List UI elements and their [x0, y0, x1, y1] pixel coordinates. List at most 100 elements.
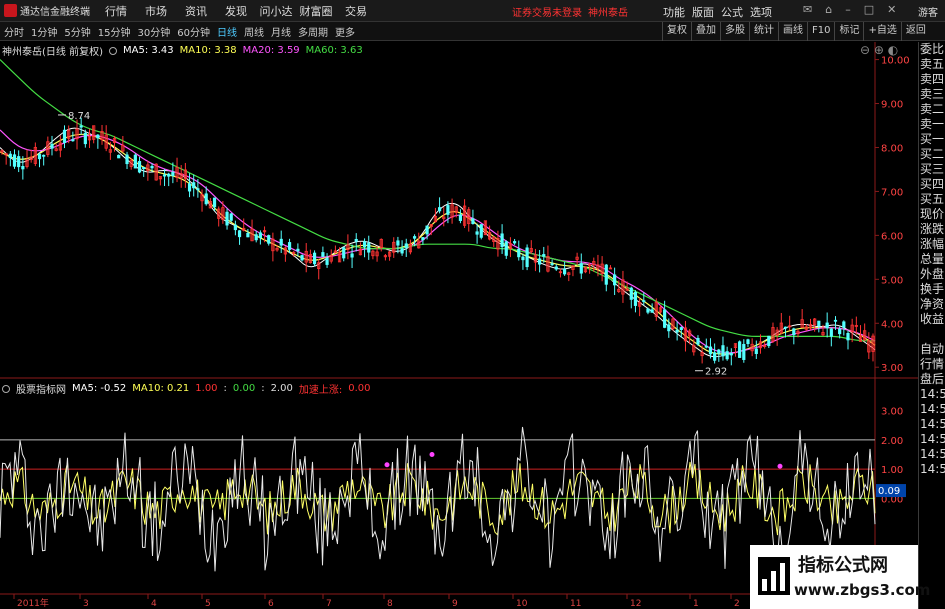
kline-chart[interactable]: 10.009.008.007.006.005.004.003.003.002.0… [0, 0, 918, 609]
candle-body [287, 242, 292, 250]
side-panel-item[interactable]: 行情 [919, 357, 945, 372]
side-panel-item[interactable]: 14:50 [919, 402, 945, 417]
lock-toggle-icon[interactable]: ◐ [888, 43, 898, 57]
side-panel-item[interactable]: 14:50 [919, 387, 945, 402]
candle-body [237, 230, 242, 238]
side-panel-item[interactable]: 卖三 [919, 87, 945, 102]
candle-body [479, 224, 483, 238]
side-panel-item[interactable] [919, 327, 945, 342]
candle-body [604, 264, 608, 285]
ma60-value: MA60: 3.63 [305, 45, 363, 56]
separator: : [261, 383, 265, 394]
side-panel-item[interactable]: 买五 [919, 192, 945, 207]
candle-body [696, 337, 700, 345]
price-tick-label: 8.00 [881, 143, 903, 154]
candle-body [367, 242, 371, 253]
candle-body [192, 182, 196, 189]
ind-ma5-value: MA5: -0.52 [72, 383, 127, 394]
side-panel-item[interactable]: 收益 [919, 312, 945, 327]
candle-body [342, 247, 346, 259]
candle-body [738, 341, 742, 358]
candle-body [783, 326, 788, 329]
candle-body [838, 328, 842, 335]
side-panel-item[interactable]: 外盘 [919, 267, 945, 282]
candle-body [425, 225, 429, 235]
side-panel-item[interactable]: 卖五 [919, 57, 945, 72]
candle-body [246, 232, 250, 238]
candle-body [296, 248, 300, 252]
candle-body [196, 188, 200, 191]
candle-body [125, 154, 129, 165]
x-tick-label: 5 [205, 599, 211, 609]
indicator-tick-label: 3.00 [881, 407, 903, 418]
candle-body [650, 309, 654, 313]
side-panel-item[interactable]: 买三 [919, 162, 945, 177]
separator: : [223, 383, 227, 394]
side-panel-item[interactable]: 14:50 [919, 432, 945, 447]
candle-body [258, 232, 262, 239]
price-tick-label: 10.00 [881, 56, 910, 67]
x-tick-label: 8 [387, 599, 393, 609]
gear-icon[interactable] [108, 46, 117, 55]
x-tick-label: 12 [630, 599, 641, 609]
side-panel-item[interactable]: 14:50 [919, 447, 945, 462]
side-panel-item[interactable]: 14:50 [919, 462, 945, 477]
side-panel-item[interactable]: 换手 [919, 282, 945, 297]
candle-body [563, 268, 567, 275]
side-panel-item[interactable]: 自动 [919, 342, 945, 357]
candle-body [412, 236, 417, 239]
candle-body [79, 125, 83, 128]
side-panel-item[interactable]: 14:50 [919, 417, 945, 432]
high-annotation: 8.74 [68, 111, 90, 122]
candle-body [554, 266, 558, 270]
x-tick-label: 10 [516, 599, 528, 609]
candle-body [279, 238, 283, 246]
candle-body [312, 252, 317, 265]
candle-body [325, 258, 329, 265]
candle-body [525, 247, 529, 268]
candle-body [225, 211, 229, 226]
ma20-value: MA20: 3.59 [242, 45, 300, 56]
candle-body [362, 241, 367, 248]
side-panel-item[interactable]: 卖二 [919, 102, 945, 117]
side-panel-item[interactable]: 卖四 [919, 72, 945, 87]
side-panel-item[interactable]: 盘后 [919, 372, 945, 387]
candle-body [746, 339, 750, 344]
candle-body [517, 248, 521, 258]
guest-label[interactable]: 游客 [918, 4, 938, 19]
side-panel-item[interactable]: 委比 [919, 42, 945, 57]
candle-body [150, 165, 154, 169]
side-panel-item[interactable]: 涨幅 [919, 237, 945, 252]
candle-body [633, 291, 638, 306]
watermark-title: 指标公式网 [798, 555, 888, 576]
zoom-out-icon[interactable]: ⊖ [860, 43, 870, 57]
side-panel-item[interactable]: 买四 [919, 177, 945, 192]
side-panel-item[interactable]: 现价 [919, 207, 945, 222]
candle-body [50, 143, 54, 149]
candle-body [458, 214, 463, 221]
candle-body [142, 166, 146, 170]
side-panel-item[interactable]: 买二 [919, 147, 945, 162]
side-panel-item[interactable]: 买一 [919, 132, 945, 147]
ind-v1: 1.00 [195, 383, 218, 394]
gear-icon[interactable] [2, 384, 10, 393]
candle-body [96, 134, 100, 139]
side-panel-item[interactable]: 涨跌 [919, 222, 945, 237]
candle-body [550, 263, 554, 266]
price-tick-label: 3.00 [881, 363, 903, 374]
ind-v3: 2.00 [270, 383, 293, 394]
candle-body [300, 255, 304, 261]
side-panel-item[interactable]: 净资 [919, 297, 945, 312]
candle-body [133, 154, 137, 169]
price-tick-label: 5.00 [881, 275, 903, 286]
zoom-in-icon[interactable]: ⊕ [874, 43, 884, 57]
x-tick-label: 6 [268, 599, 274, 609]
candle-body [212, 197, 217, 208]
candle-body [83, 132, 87, 145]
side-panel-item[interactable]: 卖一 [919, 117, 945, 132]
candle-body [725, 351, 729, 360]
candle-body [842, 321, 846, 328]
candle-body [767, 335, 771, 347]
candle-body [42, 154, 46, 157]
side-panel-item[interactable]: 总量 [919, 252, 945, 267]
